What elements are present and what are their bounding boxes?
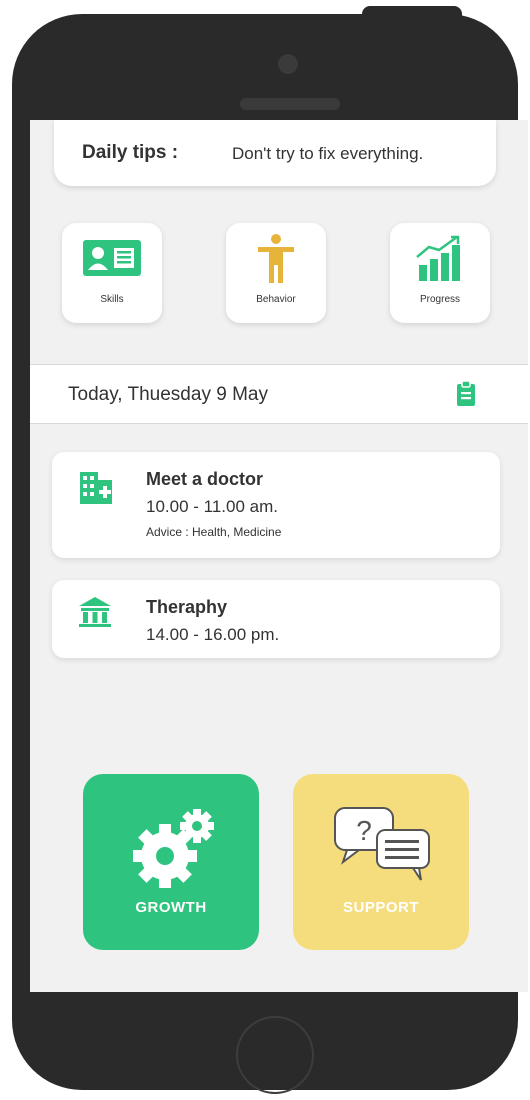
clipboard-icon[interactable]: [456, 381, 476, 407]
progress-label: Progress: [419, 294, 460, 305]
daily-tips-card: Daily tips : Don't try to fix everything…: [54, 120, 496, 186]
event-note: Advice : Health, Medicine: [146, 525, 282, 539]
behavior-tile[interactable]: Behavior: [226, 223, 326, 323]
gears-icon: [133, 809, 214, 888]
daily-tips-text: Don't try to fix everything.: [232, 144, 424, 163]
app-screen: Daily tips : Don't try to fix everything…: [30, 120, 528, 992]
event-time: 14.00 - 16.00 pm.: [146, 625, 280, 644]
bar-chart-icon: [416, 235, 460, 281]
event-time: 10.00 - 11.00 am.: [146, 497, 278, 516]
person-icon: [258, 234, 294, 283]
event-title: Theraphy: [146, 597, 228, 617]
svg-text:?: ?: [356, 815, 372, 846]
date-header: Today, Thuesday 9 May: [30, 364, 528, 424]
daily-tips-label: Daily tips :: [82, 142, 179, 163]
growth-label: GROWTH: [135, 899, 207, 916]
growth-button[interactable]: GROWTH: [83, 774, 259, 950]
behavior-label: Behavior: [256, 294, 296, 305]
support-label: SUPPORT: [342, 899, 419, 916]
chat-question-icon: ?: [334, 807, 430, 881]
skills-tile[interactable]: Skills: [62, 223, 162, 323]
front-camera: [278, 54, 298, 74]
home-button[interactable]: [236, 1016, 314, 1094]
event-card[interactable]: Meet a doctor 10.00 - 11.00 am. Advice :…: [52, 452, 500, 558]
progress-tile[interactable]: Progress: [390, 223, 490, 323]
date-text: Today, Thuesday 9 May: [68, 384, 268, 405]
skills-label: Skills: [100, 294, 124, 305]
speaker-grille: [240, 98, 340, 110]
event-card[interactable]: Theraphy 14.00 - 16.00 pm.: [52, 580, 500, 658]
institution-icon: [79, 597, 111, 627]
support-button[interactable]: ? SUPPORT: [293, 774, 469, 950]
hospital-building-icon: [80, 472, 112, 504]
event-title: Meet a doctor: [146, 469, 264, 489]
id-card-icon: [83, 240, 141, 276]
